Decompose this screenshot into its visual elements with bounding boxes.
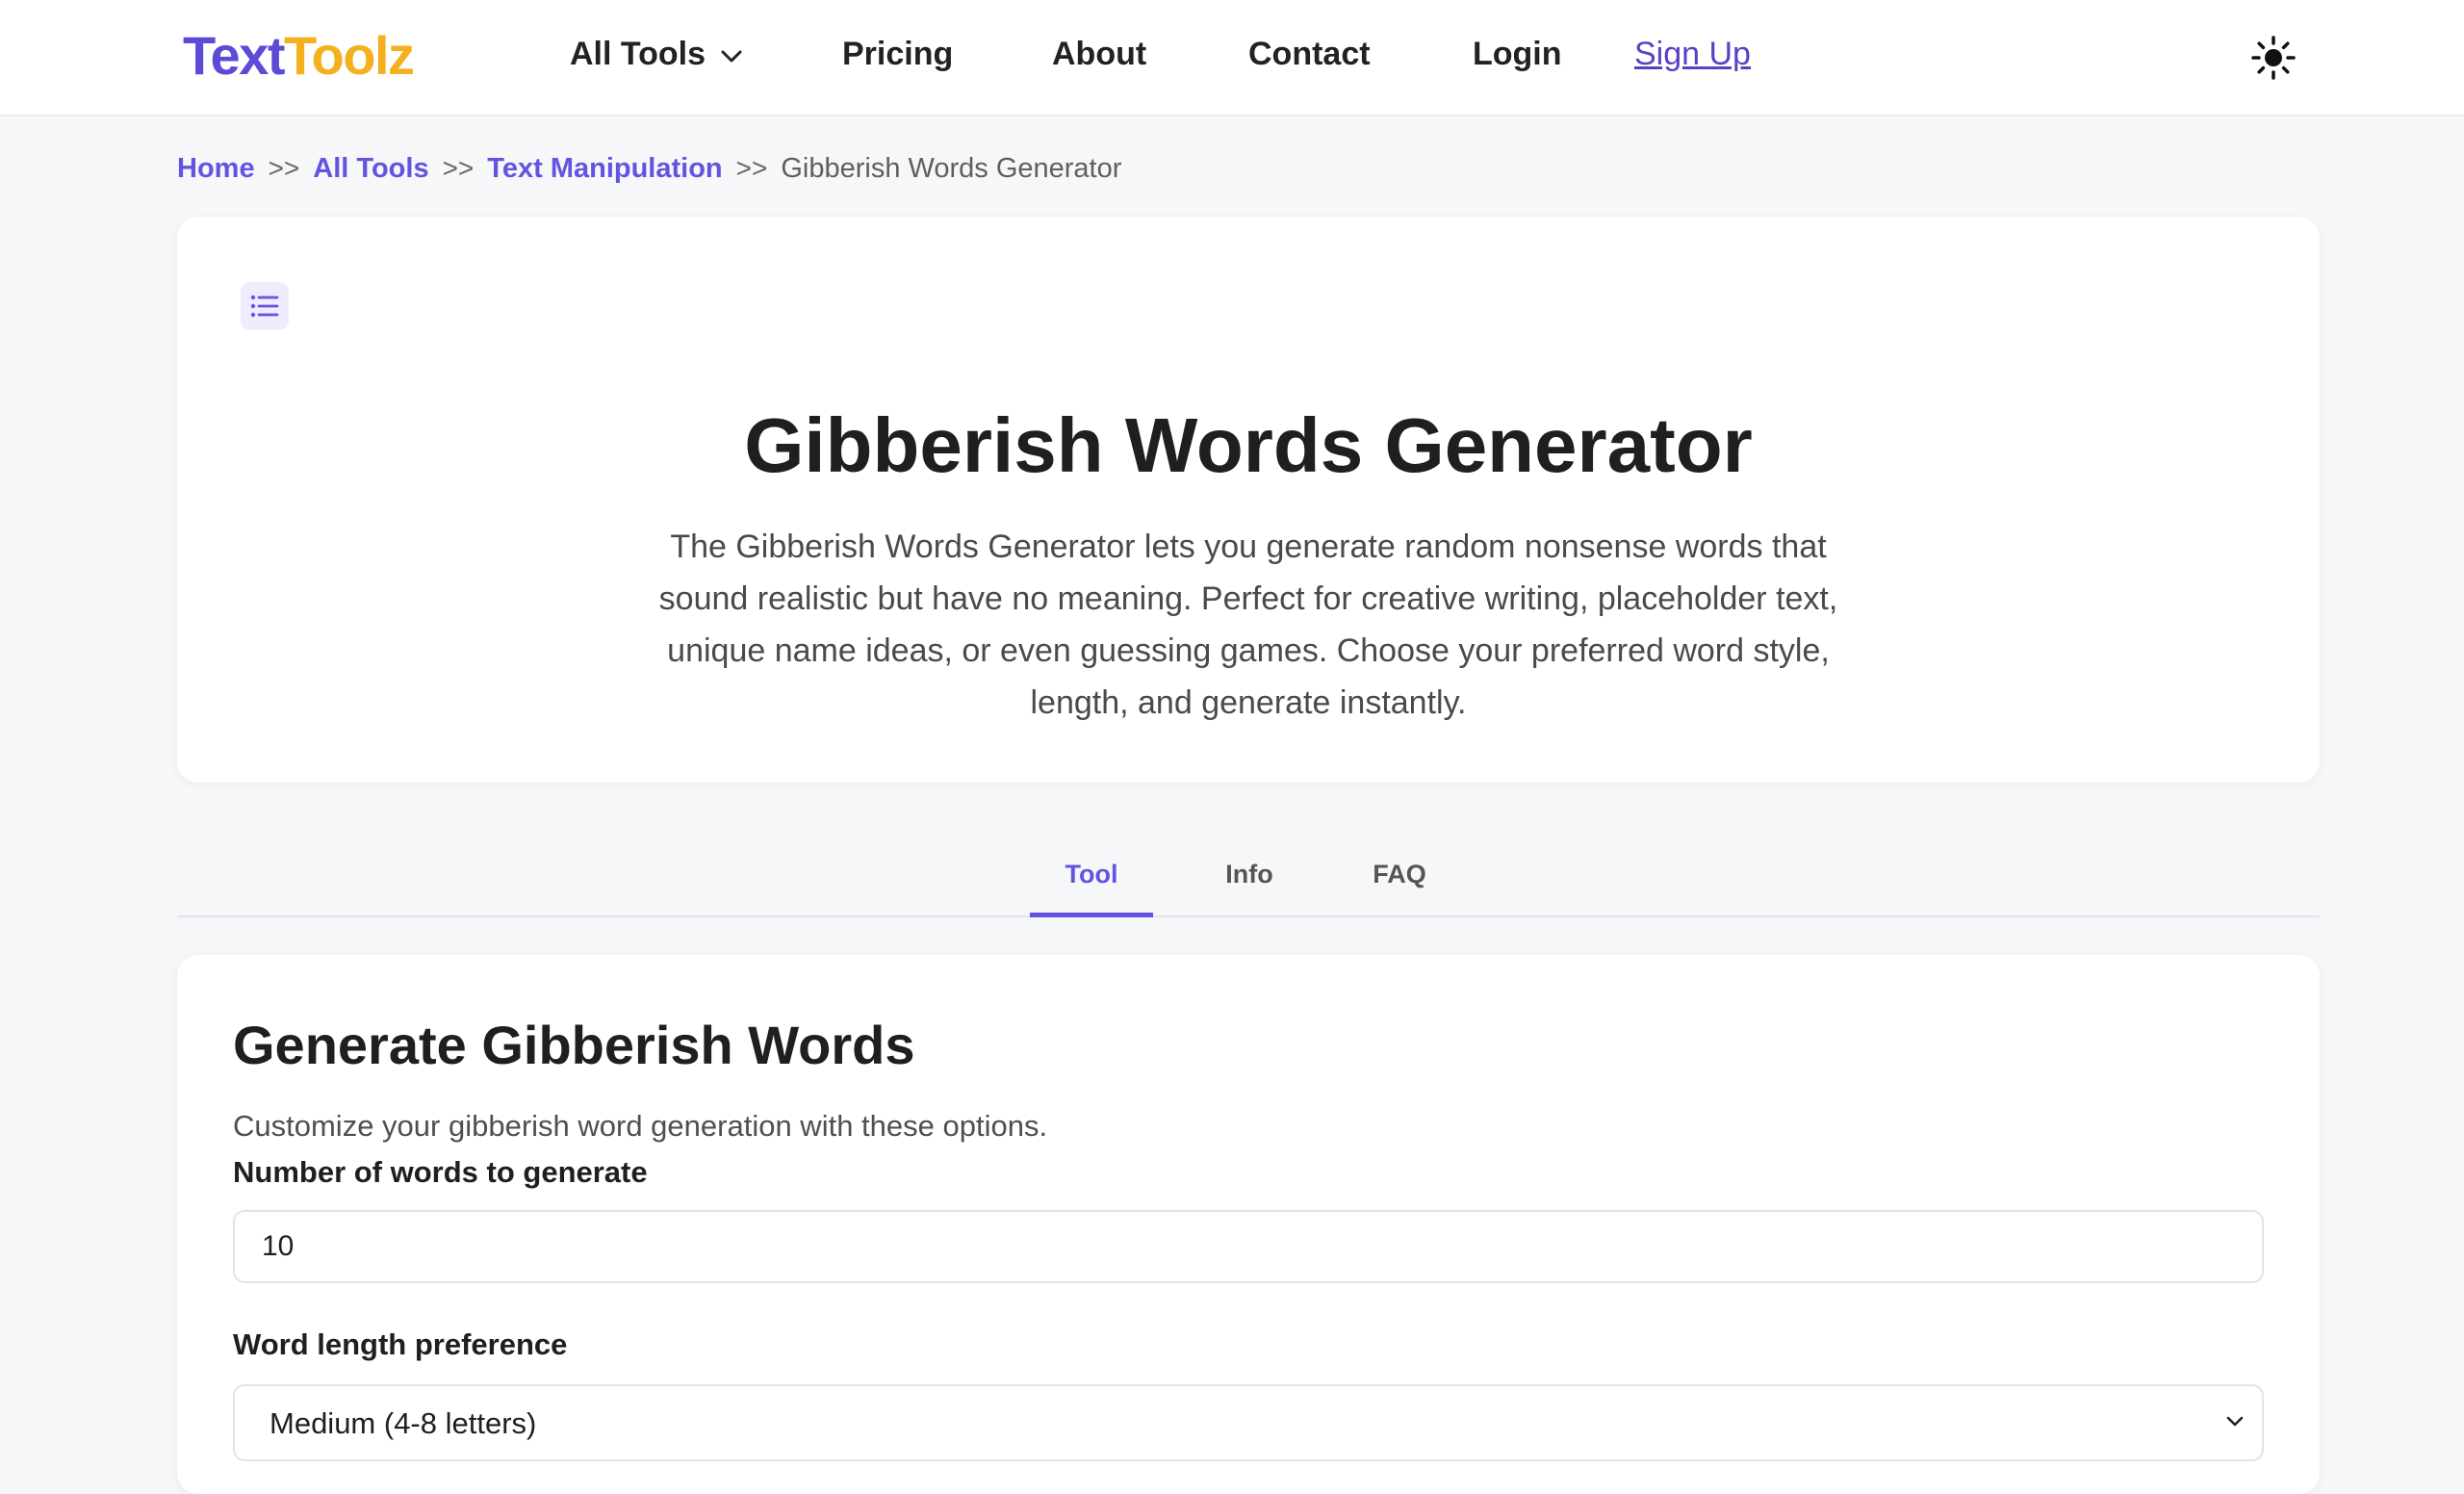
tab-faq[interactable]: FAQ	[1351, 857, 1448, 917]
tab-info[interactable]: Info	[1205, 857, 1294, 917]
nav-contact-link[interactable]: Contact	[1248, 35, 1371, 73]
theme-toggle-button[interactable]	[2248, 33, 2298, 83]
nav-pricing-link[interactable]: Pricing	[842, 35, 953, 73]
form-subtitle: Customize your gibberish word generation…	[233, 1109, 1048, 1143]
form-title: Generate Gibberish Words	[233, 1015, 915, 1075]
brand-logo-text-accent: Toolz	[284, 25, 415, 86]
tab-tool[interactable]: Tool	[1030, 857, 1153, 917]
breadcrumb-separator: >>	[735, 153, 768, 183]
breadcrumb-current: Gibberish Words Generator	[781, 153, 1122, 184]
page-title: Gibberish Words Generator	[744, 402, 1753, 488]
brand-logo[interactable]: TextToolz	[183, 25, 415, 87]
word-count-input[interactable]	[233, 1210, 2264, 1283]
generator-form-card: Generate Gibberish Words Customize your …	[177, 955, 2320, 1494]
breadcrumb-category-link[interactable]: Text Manipulation	[487, 153, 722, 184]
breadcrumb-home-link[interactable]: Home	[177, 153, 255, 184]
chevron-down-icon	[2225, 1415, 2245, 1433]
nav-signup-link[interactable]: Sign Up	[1634, 35, 1751, 73]
tab-bar: Tool Info FAQ	[177, 847, 2320, 917]
nav-all-tools-label: All Tools	[570, 36, 706, 72]
table-of-contents-button[interactable]	[241, 282, 289, 330]
word-count-label: Number of words to generate	[233, 1155, 648, 1189]
word-length-selected-value: Medium (4-8 letters)	[270, 1406, 537, 1440]
breadcrumb-all-tools-link[interactable]: All Tools	[313, 153, 428, 184]
nav-login-link[interactable]: Login	[1473, 35, 1562, 73]
breadcrumb: Home >> All Tools >> Text Manipulation >> Gibb…	[177, 151, 1121, 186]
list-icon	[250, 295, 279, 318]
chevron-down-icon	[721, 34, 742, 72]
page-description: The Gibberish Words Generator lets you g…	[658, 528, 1838, 721]
breadcrumb-separator: >>	[268, 153, 300, 183]
top-navbar: TextToolz All Tools Pricing About Contac…	[0, 0, 2464, 116]
breadcrumb-separator: >>	[442, 153, 475, 183]
nav-about-link[interactable]: About	[1052, 35, 1146, 73]
hero-card: Gibberish Words Generator The Gibberish …	[177, 217, 2320, 783]
word-length-select[interactable]: Medium (4-8 letters)	[233, 1384, 2264, 1461]
sun-icon	[2251, 36, 2296, 80]
word-length-label: Word length preference	[233, 1327, 568, 1361]
nav-all-tools-dropdown[interactable]: All Tools	[570, 35, 742, 75]
brand-logo-text: Text	[183, 25, 286, 86]
